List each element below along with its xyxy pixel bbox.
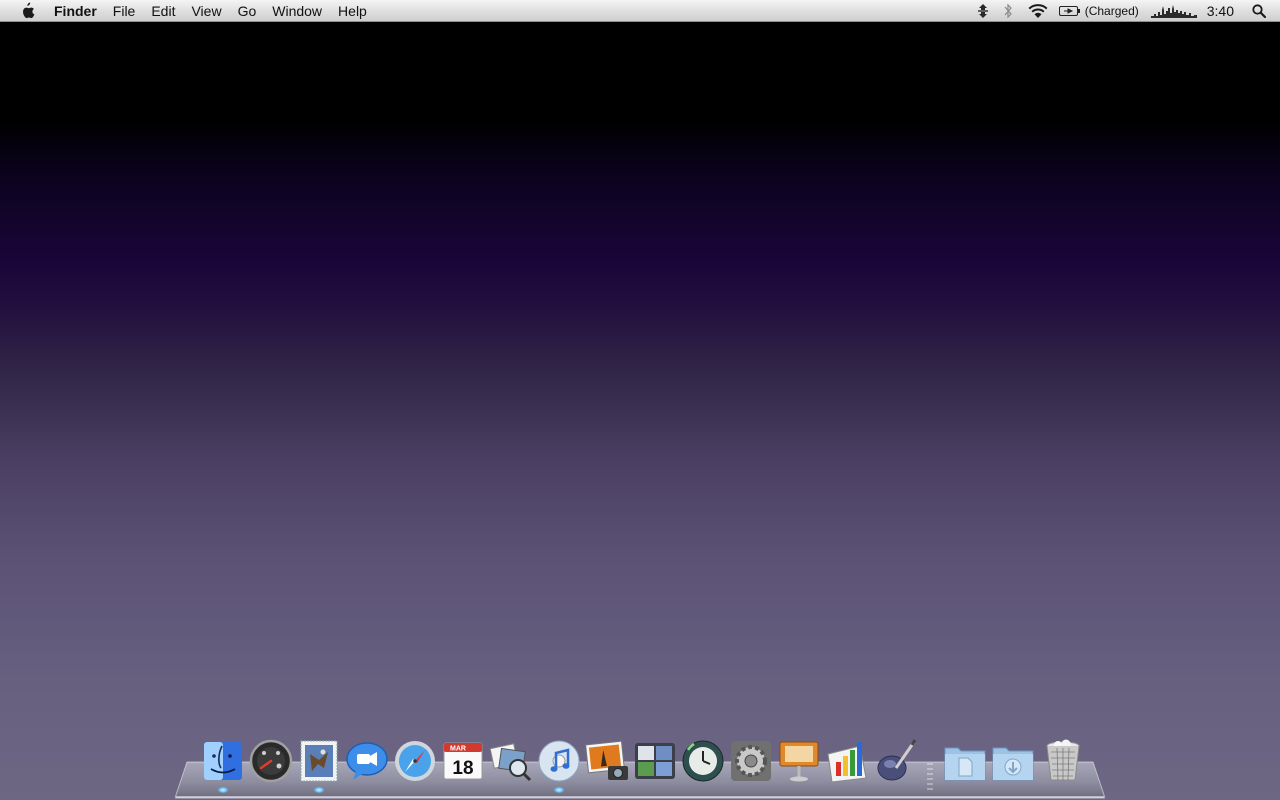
dock-item-spaces[interactable] [632,738,678,784]
keynote-icon [779,741,819,782]
status-menus: (Charged) 3:40 [967,0,1280,22]
documents-folder-icon [944,747,986,781]
system-preferences-icon [731,741,771,781]
finder-icon [204,742,242,780]
dock-item-iphoto[interactable] [584,738,630,784]
skyline-icon[interactable] [1150,0,1197,22]
mail-running-indicator [314,787,324,793]
trash-icon [1046,739,1080,781]
dock-item-trash[interactable] [1040,738,1086,784]
time-machine-status-icon[interactable] [975,0,991,22]
ical-month-label: MAR [450,746,466,753]
preview-icon [489,743,532,782]
menu-edit[interactable]: Edit [143,0,183,22]
dock-item-numbers[interactable] [824,738,870,784]
dock-item-itunes[interactable] [536,738,582,784]
dock-item-keynote[interactable] [776,738,822,784]
dock-item-mail[interactable] [296,738,342,784]
itunes-icon [538,740,580,782]
script-editor-icon [877,739,917,781]
dock-item-script-editor[interactable] [872,738,918,784]
bluetooth-icon[interactable] [1003,0,1013,22]
menu-view[interactable]: View [183,0,229,22]
ichat-icon [346,742,388,780]
dock-item-safari[interactable] [392,738,438,784]
finder-running-indicator [218,787,228,793]
iphoto-icon [585,740,628,780]
time-machine-icon [682,740,724,782]
safari-icon [395,741,435,781]
wifi-icon[interactable] [1027,0,1049,22]
dock-item-time-machine[interactable] [680,738,726,784]
dock-item-dashboard[interactable] [248,738,294,784]
dock: MAR 18 [198,738,1088,790]
ical-day-label: 18 [452,758,473,779]
dock-item-finder[interactable] [200,738,246,784]
spaces-icon [635,743,675,779]
menu-go[interactable]: Go [230,0,265,22]
numbers-icon [827,742,867,783]
dock-item-ical[interactable]: MAR 18 [440,738,486,784]
menu-file[interactable]: File [105,0,144,22]
dock-item-system-preferences[interactable] [728,738,774,784]
menu-clock[interactable]: 3:40 [1207,3,1234,19]
itunes-running-indicator [554,787,564,793]
menu-window[interactable]: Window [264,0,330,22]
apple-menu[interactable] [0,0,54,22]
menu-bar: Finder File Edit View Go Window Help (Ch… [0,0,1280,22]
spotlight-search-icon[interactable] [1252,0,1266,22]
menu-app-name[interactable]: Finder [54,0,105,22]
mail-icon [300,740,338,782]
menu-help[interactable]: Help [330,0,375,22]
apple-logo-icon [23,2,35,18]
downloads-folder-icon [992,747,1034,781]
dock-item-preview[interactable] [488,738,534,784]
battery-status-label: (Charged) [1084,4,1139,18]
ical-icon: MAR 18 [443,742,483,780]
dashboard-icon [249,739,293,783]
dock-item-ichat[interactable] [344,738,390,784]
battery-icon[interactable] [1058,0,1081,22]
dock-stack-documents[interactable] [942,738,988,784]
dock-stack-downloads[interactable] [990,738,1036,784]
